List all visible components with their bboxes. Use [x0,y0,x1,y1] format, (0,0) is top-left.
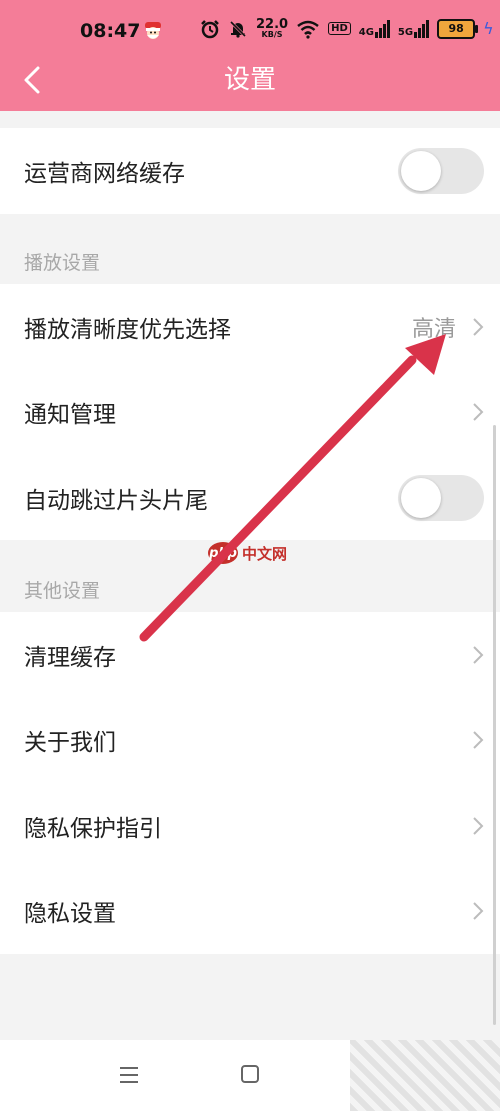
setting-label: 通知管理 [24,402,116,428]
setting-row-about-us[interactable]: 关于我们 [0,697,500,783]
status-icons: 22.0 KB/S HD 4G 5G 98 ϟ [200,18,494,39]
signal-4g: 4G [358,19,390,38]
chevron-right-icon [473,403,484,421]
status-bar: 08:47 22.0 KB/S HD 4G 5G 98 ϟ [0,14,500,50]
net-speed-unit: KB/S [261,30,283,39]
setting-label: 运营商网络缓存 [24,161,185,187]
santa-icon [145,22,161,39]
setting-row-playback-quality[interactable]: 播放清晰度优先选择 高清 [0,284,500,369]
setting-row-clear-cache[interactable]: 清理缓存 [0,612,500,697]
setting-label: 关于我们 [24,730,116,756]
setting-row-carrier-cache: 运营商网络缓存 [0,128,500,214]
chevron-right-icon [473,816,484,835]
chevron-right-icon [473,317,484,336]
setting-label: 播放清晰度优先选择 [24,316,231,343]
setting-row-skip-intro: 自动跳过片头片尾 [0,455,500,540]
page-title: 设置 [223,65,276,95]
chevron-right-icon [473,731,484,749]
setting-label: 自动跳过片头片尾 [24,487,208,514]
carrier-cache-toggle[interactable] [398,148,484,194]
php-watermark: php 中文网 [208,540,287,566]
section-header-other: 其他设置 [24,580,101,602]
skip-intro-toggle[interactable] [398,474,484,521]
back-button[interactable] [14,60,50,100]
battery-indicator: 98 [437,18,479,39]
status-time: 08:47 [80,20,141,42]
charging-bolt-icon: ϟ [483,19,494,38]
setting-label: 隐私保护指引 [24,815,162,842]
setting-row-privacy-guide[interactable]: 隐私保护指引 [0,783,500,868]
net-speed: 22.0 KB/S [256,18,288,39]
mute-bell-icon [229,20,247,38]
setting-label: 隐私设置 [24,901,116,927]
setting-label: 清理缓存 [24,644,116,671]
setting-value: 高清 [411,316,456,342]
signal-5g-label: 5G [397,26,414,38]
app-header: 08:47 22.0 KB/S HD 4G 5G 98 ϟ 设置 [0,0,500,111]
watermark-logo: php [208,542,238,564]
menu-icon[interactable] [118,1065,140,1085]
chevron-right-icon [473,645,484,664]
toggle-knob [401,477,441,518]
signal-4g-label: 4G [358,26,374,38]
hd-badge: HD [328,22,351,35]
section-header-playback: 播放设置 [24,252,101,274]
setting-row-notification[interactable]: 通知管理 [0,369,500,455]
setting-row-privacy-settings[interactable]: 隐私设置 [0,868,500,954]
chevron-left-icon [24,66,40,94]
home-square-icon[interactable] [240,1064,260,1084]
watermark-text: 中文网 [242,544,288,563]
wifi-icon [297,20,319,39]
signal-5g: 5G [397,19,430,38]
scrollbar[interactable] [493,425,496,1025]
alarm-icon [201,19,219,38]
toggle-knob [401,151,441,191]
battery-level: 98 [448,22,464,35]
blurred-area [350,1040,500,1111]
chevron-right-icon [473,902,484,920]
